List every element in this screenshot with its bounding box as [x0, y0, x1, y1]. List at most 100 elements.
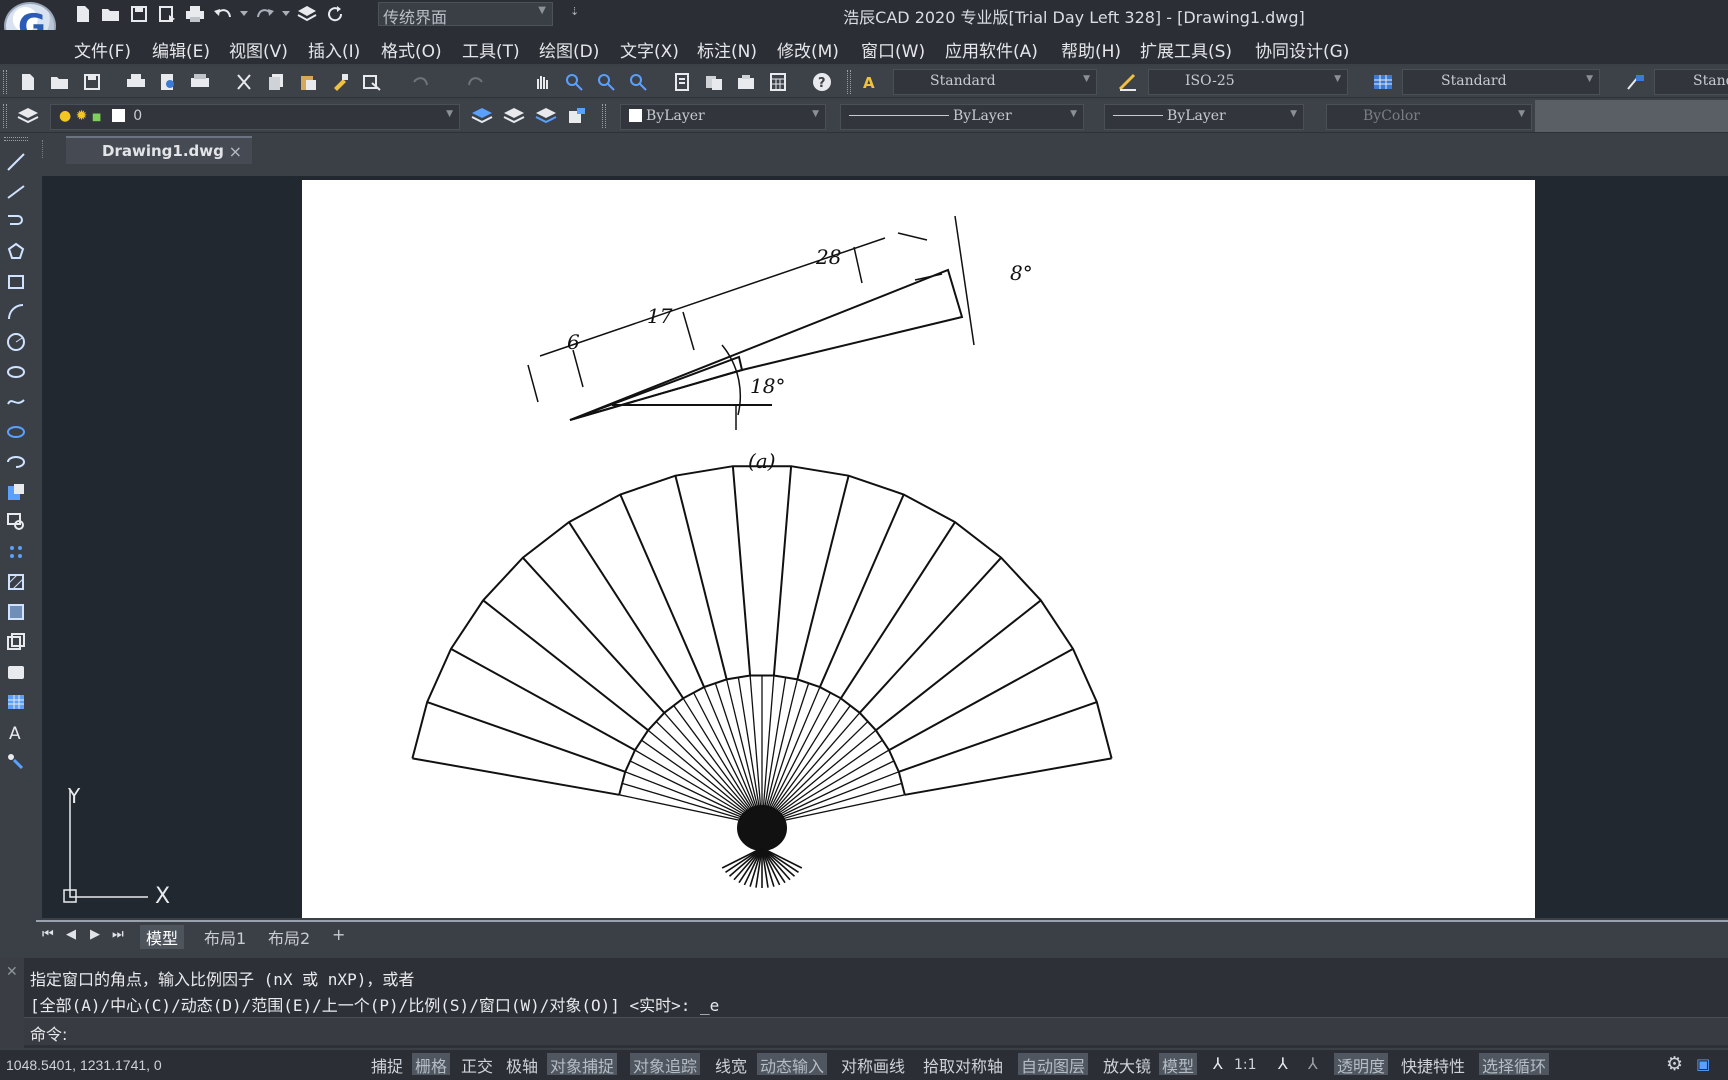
auto-scale-icon[interactable]: ⅄	[1308, 1054, 1318, 1073]
zoom-window-icon[interactable]	[594, 70, 618, 94]
status-toggle-4[interactable]: 对象捕捉	[547, 1053, 618, 1076]
menu-insert[interactable]: 插入(I)	[308, 37, 360, 62]
hatch-tool-icon[interactable]	[3, 569, 29, 595]
line-tool-icon[interactable]	[3, 149, 29, 175]
menu-dimension[interactable]: 标注(N)	[697, 37, 757, 62]
status-toggle-right-1[interactable]: 快捷特性	[1398, 1053, 1468, 1076]
layer-walk-icon[interactable]	[566, 104, 590, 128]
status-toggle-7[interactable]: 动态输入	[757, 1053, 828, 1076]
toolbar-grip[interactable]	[602, 104, 606, 128]
annotation-scale[interactable]: 1:1	[1234, 1057, 1257, 1073]
close-icon[interactable]: ✕	[6, 964, 18, 980]
menu-draw[interactable]: 绘图(D)	[539, 37, 599, 62]
match-properties-icon[interactable]	[328, 70, 352, 94]
annotation-visibility-icon[interactable]: ⅄	[1278, 1054, 1288, 1073]
status-toggle-right-0[interactable]: 透明度	[1334, 1053, 1389, 1076]
color-select[interactable]: ByLayer ▼	[620, 104, 826, 130]
make-current-layer-icon[interactable]	[470, 104, 494, 128]
menu-format[interactable]: 格式(O)	[381, 37, 442, 62]
status-toggle-10[interactable]: 自动图层	[1018, 1053, 1089, 1076]
first-tab-icon[interactable]: ⏮	[42, 927, 54, 942]
open-icon[interactable]	[48, 70, 72, 94]
design-center-icon[interactable]	[702, 70, 726, 94]
text-style-select[interactable]: Standard ▼	[893, 69, 1097, 95]
gear-icon[interactable]: ⚙	[1666, 1053, 1683, 1075]
status-toggle-11[interactable]: 放大镜	[1100, 1053, 1154, 1076]
doc-tab-drawing1[interactable]: Drawing1.dwg ×	[66, 136, 252, 164]
tab-layout2[interactable]: 布局2	[268, 925, 310, 949]
table-style-icon[interactable]	[1371, 70, 1395, 94]
menu-view[interactable]: 视图(V)	[229, 37, 288, 62]
menu-edit[interactable]: 编辑(E)	[152, 37, 210, 62]
new-icon[interactable]	[16, 70, 40, 94]
menu-tools[interactable]: 工具(T)	[462, 37, 520, 62]
lineweight-select[interactable]: ByLayer ▼	[1104, 104, 1304, 130]
next-tab-icon[interactable]: ▶	[90, 927, 100, 942]
status-toggle-right-2[interactable]: 选择循环	[1479, 1053, 1550, 1076]
pan-icon[interactable]	[530, 70, 554, 94]
table-tool-icon[interactable]	[3, 689, 29, 715]
undo-icon[interactable]	[408, 70, 432, 94]
text-style-icon[interactable]: A	[860, 70, 884, 94]
polygon-tool-icon[interactable]	[3, 239, 29, 265]
dim-style-icon[interactable]	[1116, 70, 1140, 94]
mleader-style-icon[interactable]	[1624, 70, 1648, 94]
revision-cloud-icon[interactable]	[3, 359, 29, 385]
save-icon[interactable]	[80, 70, 104, 94]
layer-select[interactable]: ● ✹ ■ 0 ▼	[50, 104, 460, 130]
cut-icon[interactable]	[232, 70, 256, 94]
point-tool-icon[interactable]	[3, 539, 29, 565]
mleader-style-select[interactable]: Stand	[1654, 69, 1728, 95]
gradient-tool-icon[interactable]	[3, 599, 29, 625]
status-toggle-9[interactable]: 拾取对称轴	[920, 1053, 1006, 1076]
plotstyle-select[interactable]: ByColor ▼	[1326, 104, 1532, 130]
toolbar-grip[interactable]	[847, 70, 851, 94]
drawing-sheet[interactable]: 28 17 6 8° 18° (a)	[302, 180, 1535, 918]
rectangle-tool-icon[interactable]	[3, 269, 29, 295]
close-icon[interactable]: ×	[229, 142, 242, 161]
dim-style-select[interactable]: ISO-25 ▼	[1148, 69, 1348, 95]
print-icon[interactable]	[124, 70, 148, 94]
calculator-icon[interactable]	[766, 70, 790, 94]
toolbar-grip[interactable]	[3, 70, 7, 94]
linetype-select[interactable]: ByLayer ▼	[840, 104, 1084, 130]
ellipse-arc-tool-icon[interactable]	[3, 449, 29, 475]
help-icon[interactable]: ?	[810, 70, 834, 94]
insert-block-icon[interactable]	[3, 479, 29, 505]
zoom-realtime-icon[interactable]	[562, 70, 586, 94]
circle-tool-icon[interactable]	[3, 329, 29, 355]
menu-help[interactable]: 帮助(H)	[1061, 37, 1121, 62]
print-preview-icon[interactable]	[156, 70, 180, 94]
command-input[interactable]: 命令:	[24, 1017, 1728, 1045]
layer-state-icon[interactable]	[534, 104, 558, 128]
status-toggle-3[interactable]: 极轴	[503, 1053, 541, 1076]
layer-previous-icon[interactable]	[502, 104, 526, 128]
menu-file[interactable]: 文件(F)	[74, 37, 131, 62]
construction-line-icon[interactable]	[3, 179, 29, 205]
spline-tool-icon[interactable]	[3, 389, 29, 415]
status-toggle-2[interactable]: 正交	[458, 1053, 496, 1076]
toolbar-grip[interactable]	[4, 137, 28, 141]
lock-icon[interactable]: ▣	[1696, 1055, 1710, 1073]
last-tab-icon[interactable]: ⏭	[112, 927, 124, 942]
text-tool-icon[interactable]: A	[3, 719, 29, 745]
status-toggle-6[interactable]: 线宽	[712, 1053, 750, 1076]
add-selected-icon[interactable]	[3, 749, 29, 775]
wipeout-tool-icon[interactable]	[3, 659, 29, 685]
status-toggle-0[interactable]: 捕捉	[368, 1053, 406, 1076]
status-toggle-8[interactable]: 对称画线	[838, 1053, 908, 1076]
table-style-select[interactable]: Standard ▼	[1402, 69, 1600, 95]
annotation-scale-icon[interactable]: ⅄	[1213, 1054, 1223, 1073]
zoom-previous-icon[interactable]	[626, 70, 650, 94]
status-toggle-5[interactable]: 对象追踪	[630, 1053, 701, 1076]
region-tool-icon[interactable]	[3, 629, 29, 655]
menu-text[interactable]: 文字(X)	[620, 37, 679, 62]
plot-icon[interactable]	[188, 70, 212, 94]
layer-manager-icon[interactable]	[16, 104, 40, 128]
paste-icon[interactable]	[296, 70, 320, 94]
tab-layout1[interactable]: 布局1	[204, 925, 246, 949]
menu-window[interactable]: 窗口(W)	[861, 37, 925, 62]
tab-model[interactable]: 模型	[140, 925, 185, 949]
status-toggle-1[interactable]: 栅格	[412, 1053, 451, 1076]
menu-collab[interactable]: 协同设计(G)	[1255, 37, 1349, 62]
